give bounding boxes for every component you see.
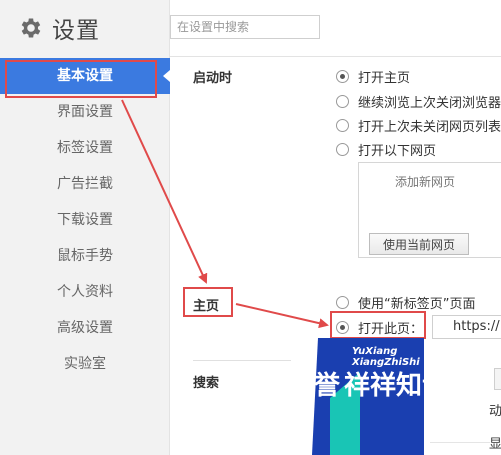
- watermark-glyph: 誉: [314, 371, 341, 401]
- watermark-pinyin-1: YuXiang: [352, 346, 397, 357]
- watermark-logo: YuXiang XiangZhiShi 誉 祥祥知识: [312, 338, 448, 455]
- watermark-pinyin-2: XiangZhiShi: [351, 357, 420, 368]
- watermark-text: 祥祥知识: [344, 371, 448, 401]
- arrow-homepage-to-option: [235, 303, 329, 329]
- arrow-sidebar-to-homepage: [121, 99, 208, 284]
